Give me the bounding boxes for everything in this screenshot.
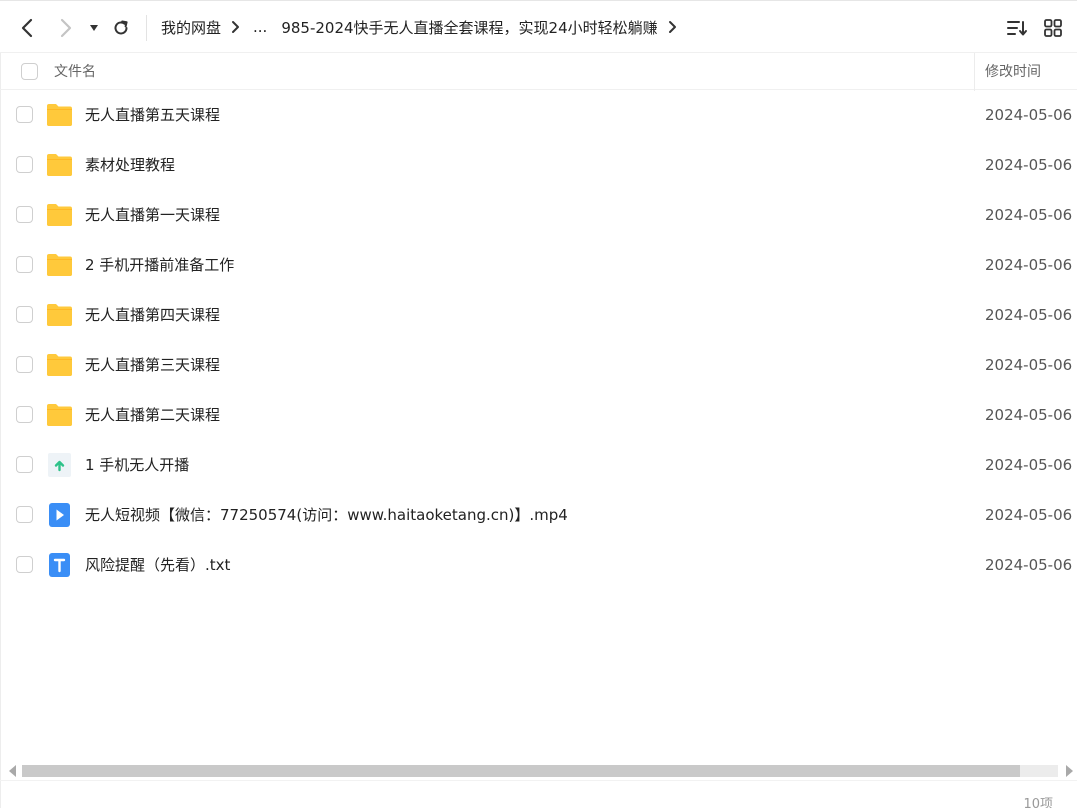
- folder-icon: [46, 202, 73, 228]
- sort-icon: [1007, 21, 1027, 36]
- file-row[interactable]: 无人直播第二天课程 2024-05-06: [0, 390, 1077, 440]
- breadcrumb-chevron-icon: [668, 20, 678, 34]
- refresh-button[interactable]: [108, 15, 134, 41]
- file-name[interactable]: 素材处理教程: [85, 140, 175, 190]
- text-file-icon: [46, 552, 73, 578]
- file-name[interactable]: 风险提醒（先看）.txt: [85, 540, 230, 590]
- forward-button[interactable]: [53, 15, 79, 41]
- select-all-checkbox[interactable]: [21, 63, 38, 80]
- row-checkbox[interactable]: [16, 106, 33, 123]
- install-package-icon: [46, 452, 73, 478]
- file-row[interactable]: 无人短视频【微信：77250574(访问：www.haitaoketang.cn…: [0, 490, 1077, 540]
- grid-view-icon: [1044, 19, 1062, 37]
- toolbar: 我的网盘 ... 985-2024快手无人直播全套课程，实现24小时轻松躺赚: [0, 0, 1077, 52]
- video-file-icon: [46, 502, 73, 528]
- file-name[interactable]: 无人直播第一天课程: [85, 190, 220, 240]
- row-checkbox[interactable]: [16, 556, 33, 573]
- folder-icon: [46, 152, 73, 178]
- caret-down-icon: [90, 25, 98, 31]
- file-modified-time: 2024-05-06: [985, 206, 1073, 224]
- row-checkbox[interactable]: [16, 306, 33, 323]
- file-modified-time: 2024-05-06: [985, 106, 1073, 124]
- file-modified-time: 2024-05-06: [985, 156, 1073, 174]
- file-modified-time: 2024-05-06: [985, 356, 1073, 374]
- file-modified-time: 2024-05-06: [985, 456, 1073, 474]
- scrollbar-thumb[interactable]: [22, 765, 1020, 777]
- refresh-icon: [114, 20, 128, 35]
- file-name[interactable]: 无人直播第五天课程: [85, 90, 220, 140]
- scroll-right-icon[interactable]: [1062, 764, 1076, 778]
- file-row[interactable]: 无人直播第三天课程 2024-05-06: [0, 340, 1077, 390]
- row-checkbox[interactable]: [16, 456, 33, 473]
- breadcrumb-root[interactable]: 我的网盘: [161, 17, 221, 38]
- file-name[interactable]: 1 手机无人开播: [85, 440, 189, 490]
- breadcrumb: 我的网盘 ... 985-2024快手无人直播全套课程，实现24小时轻松躺赚: [161, 1, 690, 53]
- file-row[interactable]: 无人直播第五天课程 2024-05-06: [0, 90, 1077, 140]
- folder-icon: [46, 102, 73, 128]
- history-dropdown-button[interactable]: [83, 15, 105, 41]
- column-header-name[interactable]: 文件名: [54, 53, 96, 91]
- column-divider[interactable]: [974, 53, 975, 91]
- file-row[interactable]: 1 手机无人开播 2024-05-06: [0, 440, 1077, 490]
- file-name[interactable]: 2 手机开播前准备工作: [85, 240, 234, 290]
- file-row[interactable]: 2 手机开播前准备工作 2024-05-06: [0, 240, 1077, 290]
- file-row[interactable]: 风险提醒（先看）.txt 2024-05-06: [0, 540, 1077, 590]
- horizontal-scrollbar[interactable]: [0, 762, 1077, 780]
- row-checkbox[interactable]: [16, 206, 33, 223]
- chevron-right-icon: [60, 18, 72, 38]
- back-button[interactable]: [14, 15, 40, 41]
- folder-icon: [46, 402, 73, 428]
- row-checkbox[interactable]: [16, 256, 33, 273]
- folder-icon: [46, 352, 73, 378]
- row-checkbox[interactable]: [16, 156, 33, 173]
- file-list-header: 文件名 修改时间: [0, 52, 1077, 91]
- grid-view-button[interactable]: [1040, 15, 1066, 41]
- folder-icon: [46, 252, 73, 278]
- breadcrumb-ellipsis[interactable]: ...: [253, 18, 267, 36]
- breadcrumb-current[interactable]: 985-2024快手无人直播全套课程，实现24小时轻松躺赚: [281, 17, 657, 38]
- file-modified-time: 2024-05-06: [985, 556, 1073, 574]
- sort-button[interactable]: [1004, 15, 1030, 41]
- file-name[interactable]: 无人短视频【微信：77250574(访问：www.haitaoketang.cn…: [85, 490, 568, 540]
- folder-icon: [46, 302, 73, 328]
- row-checkbox[interactable]: [16, 406, 33, 423]
- file-row[interactable]: 素材处理教程 2024-05-06: [0, 140, 1077, 190]
- file-name[interactable]: 无人直播第三天课程: [85, 340, 220, 390]
- file-modified-time: 2024-05-06: [985, 506, 1073, 524]
- row-checkbox[interactable]: [16, 506, 33, 523]
- file-modified-time: 2024-05-06: [985, 406, 1073, 424]
- row-checkbox[interactable]: [16, 356, 33, 373]
- chevron-left-icon: [21, 18, 33, 38]
- file-row[interactable]: 无人直播第四天课程 2024-05-06: [0, 290, 1077, 340]
- item-count: 10项: [1023, 797, 1053, 808]
- scroll-left-icon[interactable]: [6, 764, 20, 778]
- column-header-modified[interactable]: 修改时间: [985, 53, 1041, 91]
- breadcrumb-chevron-icon: [231, 20, 241, 34]
- file-modified-time: 2024-05-06: [985, 306, 1073, 324]
- toolbar-divider: [146, 15, 147, 41]
- file-modified-time: 2024-05-06: [985, 256, 1073, 274]
- scrollbar-track[interactable]: [22, 765, 1058, 777]
- file-row[interactable]: 无人直播第一天课程 2024-05-06: [0, 190, 1077, 240]
- file-name[interactable]: 无人直播第四天课程: [85, 290, 220, 340]
- status-bar: 10项: [0, 780, 1077, 808]
- file-name[interactable]: 无人直播第二天课程: [85, 390, 220, 440]
